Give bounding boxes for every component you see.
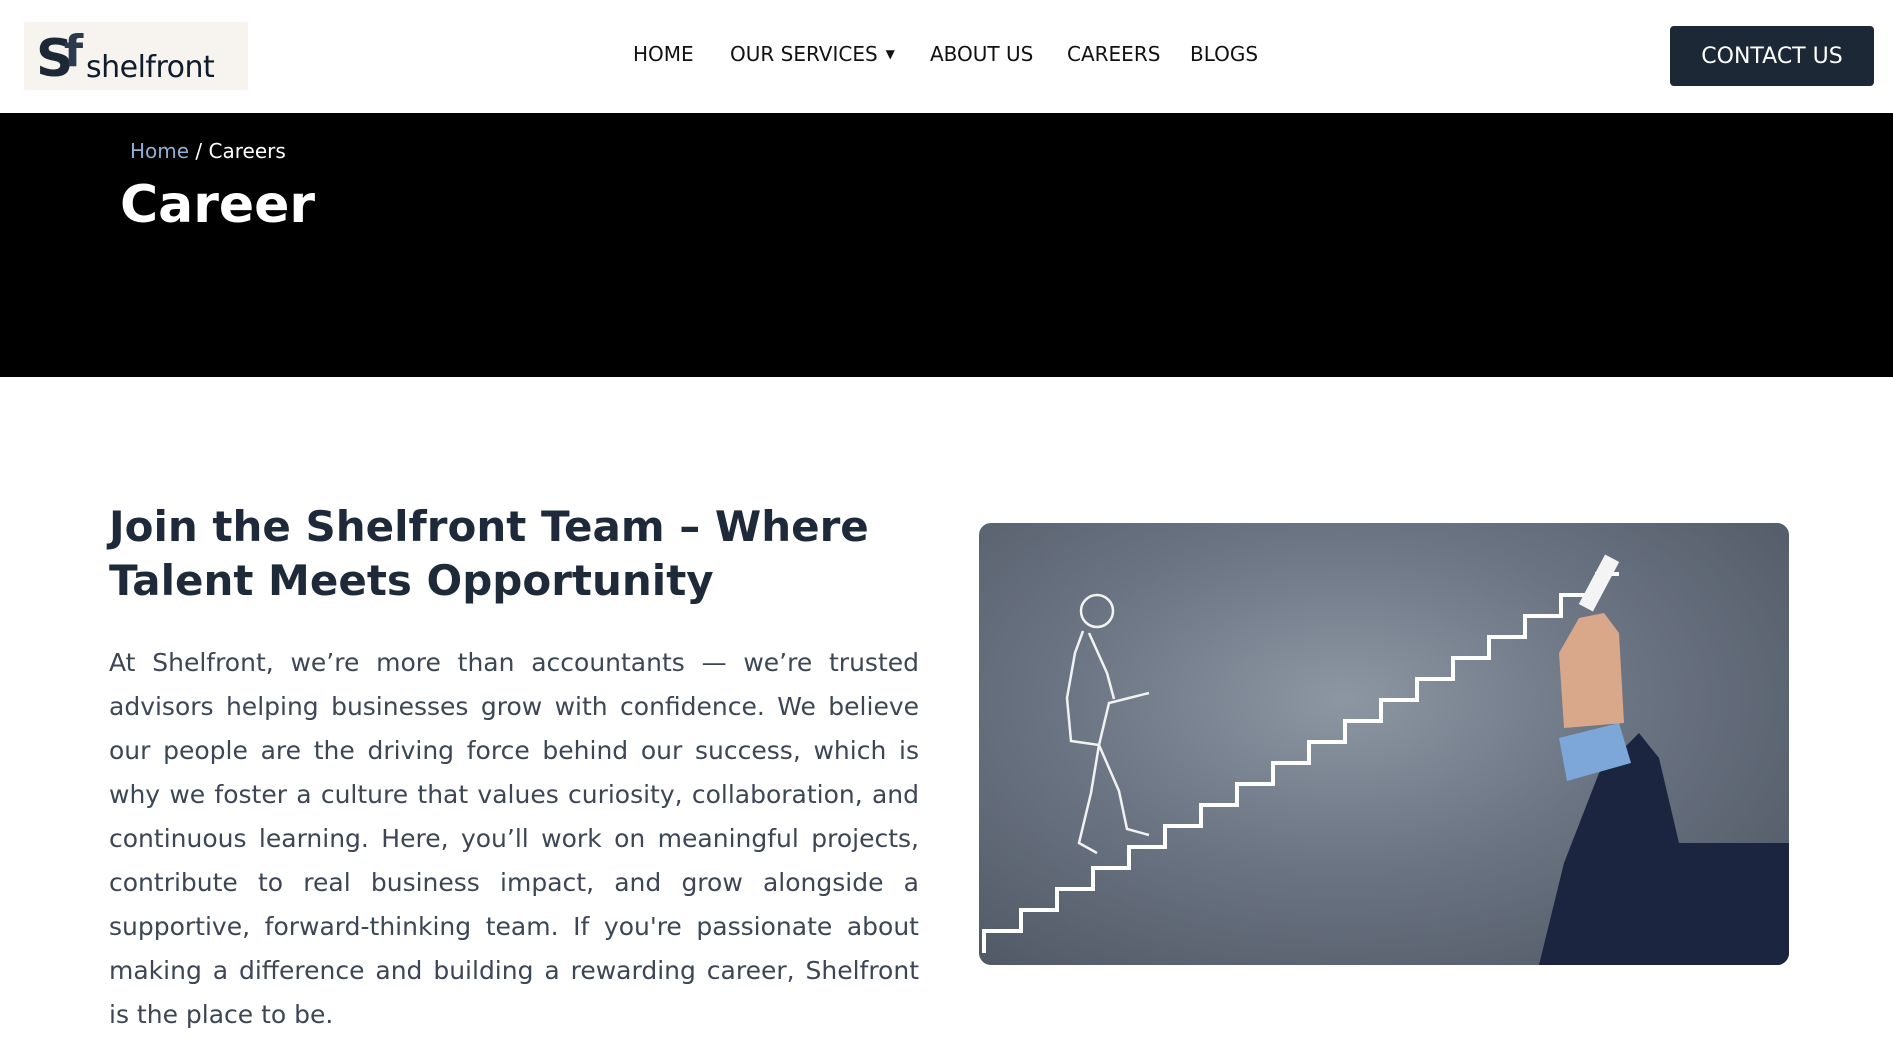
staircase-illustration	[982, 554, 1789, 965]
breadcrumb-current: Careers	[208, 139, 286, 163]
nav-careers[interactable]: CAREERS	[1067, 42, 1160, 66]
nav-our-services-label: OUR SERVICES	[730, 42, 878, 66]
page-title: Career	[120, 175, 316, 235]
drawing-arm	[1539, 554, 1789, 965]
logo-wordmark: shelfront	[86, 50, 215, 85]
breadcrumb-home-link[interactable]: Home	[130, 139, 189, 163]
shelfront-logo[interactable]: S f shelfront	[24, 22, 248, 90]
breadcrumb-separator: /	[189, 139, 209, 163]
section-heading: Join the Shelfront Team – Where Talent M…	[109, 502, 869, 605]
page-banner: Home / Careers Career	[0, 113, 1893, 377]
site-header: S f shelfront HOME OUR SERVICES ▼ ABOUT U…	[0, 0, 1893, 113]
breadcrumb: Home / Careers	[130, 139, 286, 163]
logo-f: f	[64, 26, 84, 77]
chalk-man	[1065, 593, 1150, 855]
career-staircase-image	[979, 523, 1789, 965]
nav-blogs[interactable]: BLOGS	[1190, 42, 1258, 66]
caret-down-icon: ▼	[885, 47, 895, 61]
nav-our-services[interactable]: OUR SERVICES ▼	[730, 42, 895, 66]
chalk-staircase	[982, 572, 1619, 953]
logo-mark-icon: S f	[36, 26, 84, 86]
nav-home[interactable]: HOME	[633, 42, 694, 66]
section-body: At Shelfront, we’re more than accountant…	[109, 648, 919, 1029]
contact-us-button[interactable]: CONTACT US	[1670, 26, 1874, 86]
nav-about-us[interactable]: ABOUT US	[930, 42, 1033, 66]
